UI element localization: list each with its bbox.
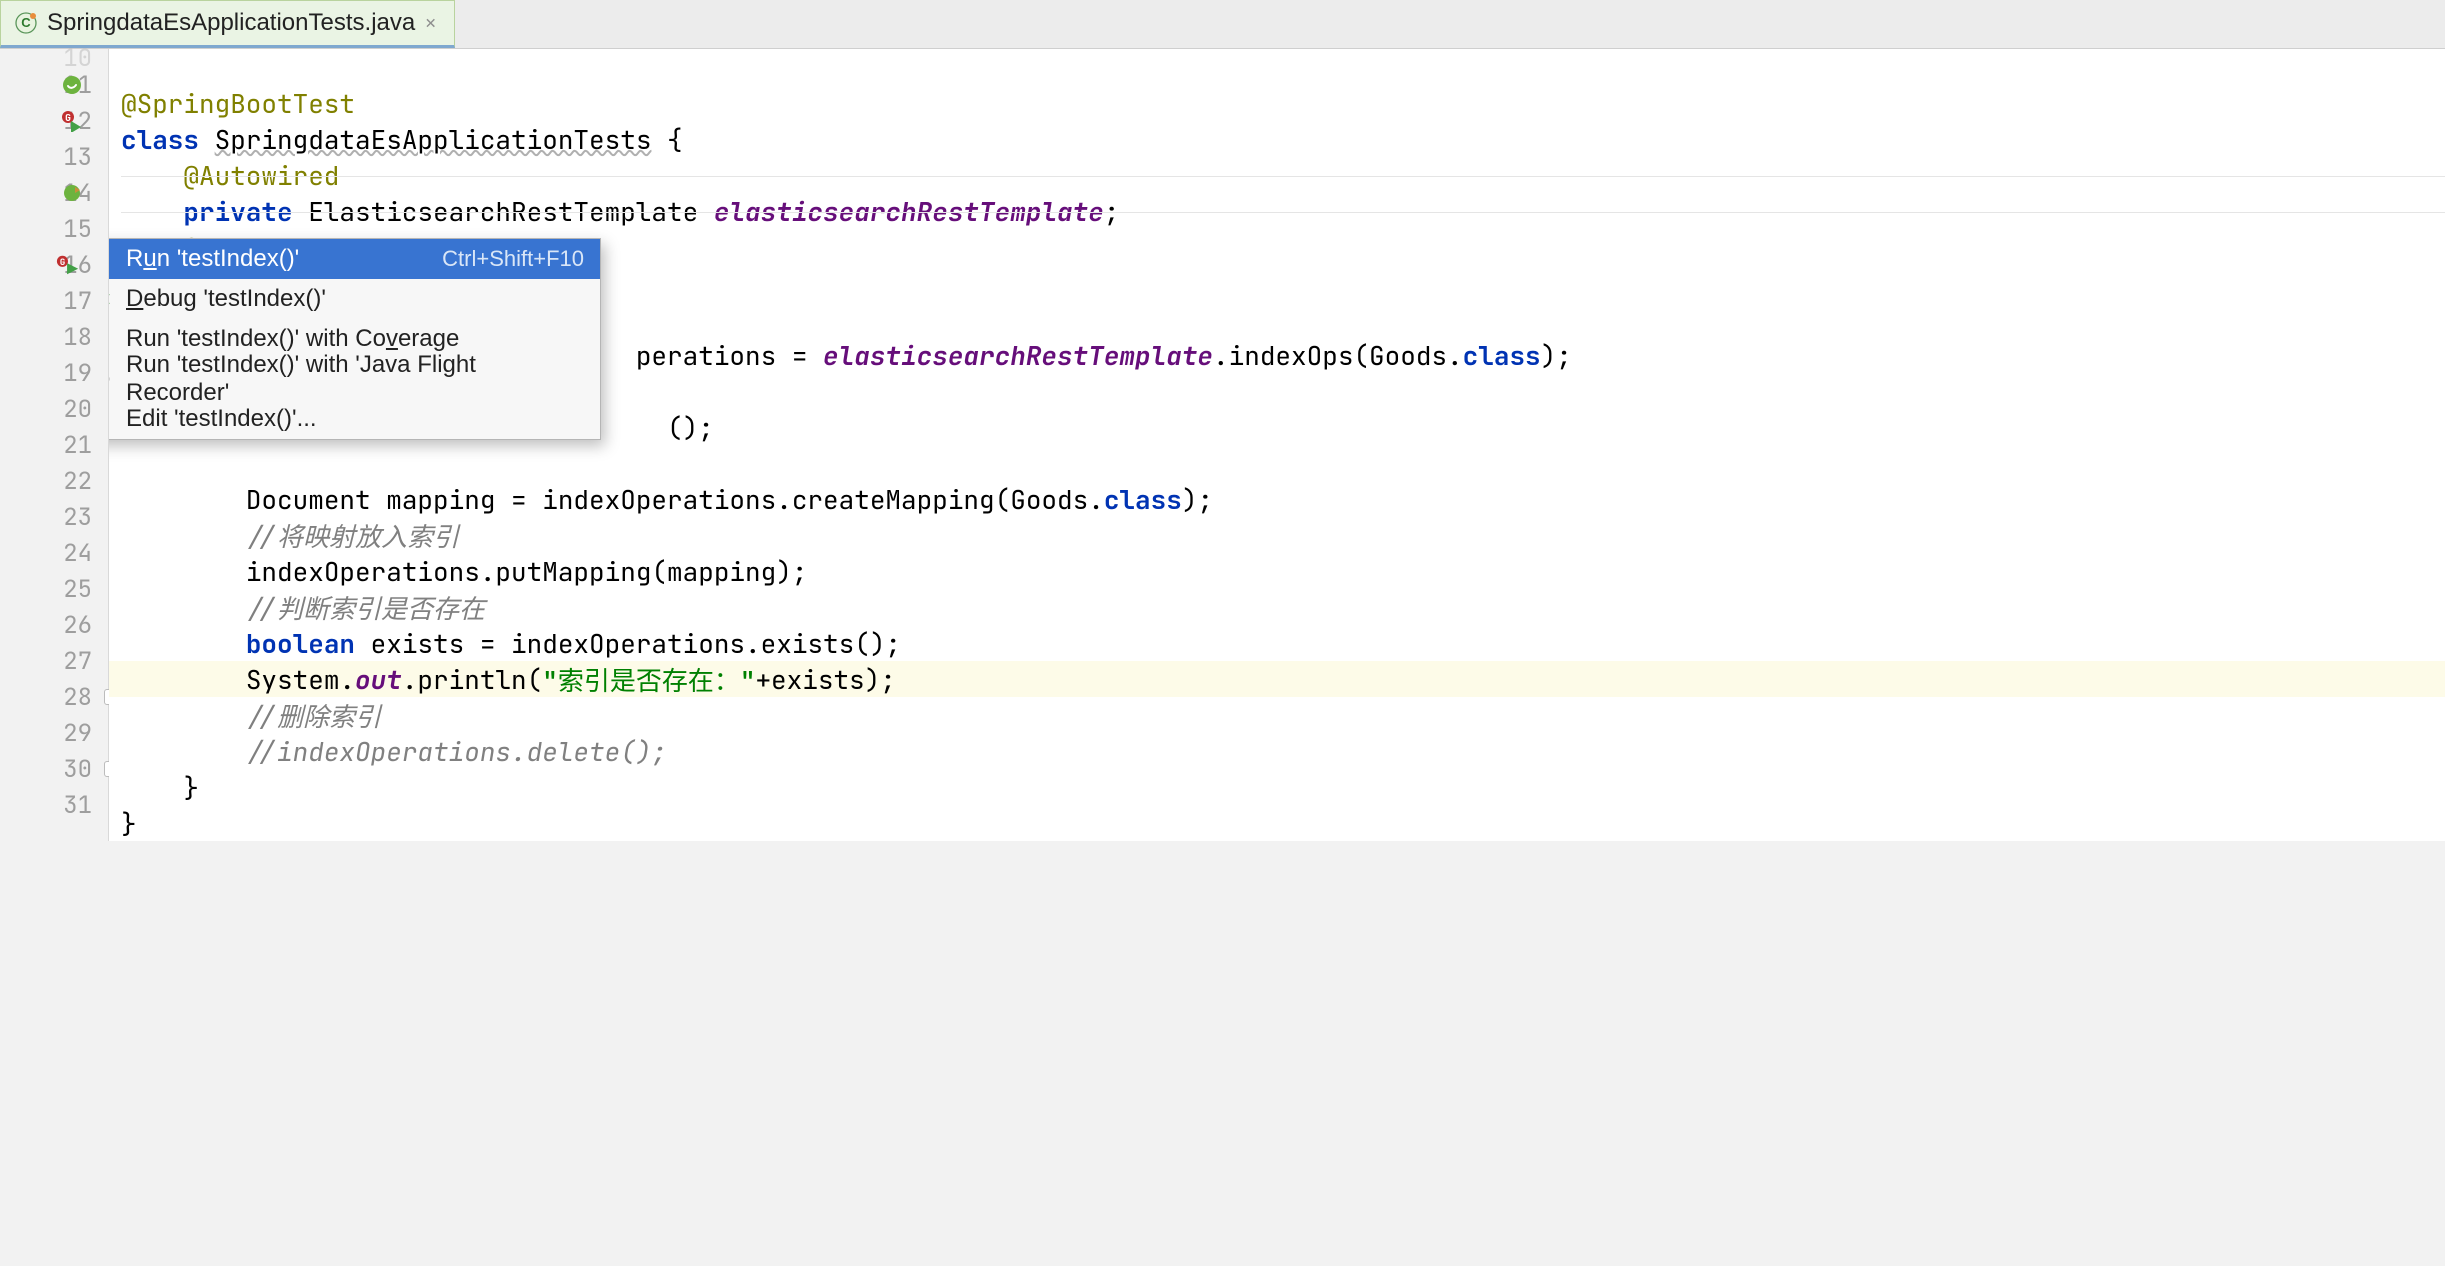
code-line[interactable]: //indexOperations.delete();: [109, 733, 2445, 769]
code-line[interactable]: //将映射放入索引: [109, 517, 2445, 553]
svg-text:G: G: [65, 111, 71, 124]
gutter-line[interactable]: 14: [0, 175, 108, 211]
line-number: 23: [56, 502, 92, 533]
line-number: 20: [56, 394, 92, 425]
line-number: 26: [56, 610, 92, 641]
line-number: 17: [56, 286, 92, 317]
line-number: 18: [56, 322, 92, 353]
menu-shortcut: Ctrl+Shift+F10: [442, 246, 584, 272]
gutter-line[interactable]: 11: [0, 67, 108, 103]
line-number: 19: [56, 358, 92, 389]
line-number: 29: [56, 718, 92, 749]
editor-stage: 10 11 G 12 13 14 15 G 16 17 18 19 20 21 …: [0, 49, 2445, 841]
code-line[interactable]: //判断索引是否存在: [109, 589, 2445, 625]
line-number: 30: [56, 754, 92, 785]
svg-text:C: C: [21, 15, 31, 30]
edit-run-config-icon: [109, 408, 112, 430]
gutter-line[interactable]: G 16: [0, 247, 108, 283]
gutter-line[interactable]: G 12: [0, 103, 108, 139]
autowired-bean-icon: [60, 181, 84, 205]
line-number: 27: [56, 646, 92, 677]
line-number: 21: [56, 430, 92, 461]
flight-recorder-icon: [109, 368, 112, 390]
context-menu: Run 'testIndex()' Ctrl+Shift+F10 Debug '…: [109, 238, 601, 440]
code-line[interactable]: @Autowired: [109, 157, 2445, 193]
menu-label: Run 'testIndex()' with 'Java Flight Reco…: [126, 351, 584, 407]
editor-tab-active[interactable]: C SpringdataEsApplicationTests.java ✕: [0, 0, 455, 48]
run-class-icon[interactable]: G: [60, 109, 84, 133]
svg-text:G: G: [60, 256, 66, 268]
code-line[interactable]: }: [109, 805, 2445, 841]
line-number: 24: [56, 538, 92, 569]
run-test-icon[interactable]: G: [56, 253, 80, 277]
line-number: 15: [56, 214, 92, 245]
code-line[interactable]: boolean exists = indexOperations.exists(…: [109, 625, 2445, 661]
code-line[interactable]: indexOperations.putMapping(mapping);: [109, 553, 2445, 589]
code-line[interactable]: class SpringdataEsApplicationTests {: [109, 121, 2445, 157]
tab-filename: SpringdataEsApplicationTests.java: [47, 9, 415, 37]
menu-label: Run 'testIndex()' with Coverage: [126, 325, 584, 353]
context-menu-item-run[interactable]: Run 'testIndex()' Ctrl+Shift+F10: [109, 239, 600, 279]
code-line[interactable]: private ElasticsearchRestTemplate elasti…: [109, 193, 2445, 229]
code-line[interactable]: Document mapping = indexOperations.creat…: [109, 481, 2445, 517]
menu-label: Edit 'testIndex()'...: [126, 405, 584, 433]
code-line[interactable]: }: [109, 769, 2445, 805]
editor-tab-bar: C SpringdataEsApplicationTests.java ✕: [0, 0, 2445, 49]
context-menu-item-debug[interactable]: Debug 'testIndex()': [109, 279, 600, 319]
debug-icon: [109, 288, 112, 310]
editor-gutter[interactable]: 10 11 G 12 13 14 15 G 16 17 18 19 20 21 …: [0, 49, 109, 841]
java-class-file-icon: C: [15, 12, 37, 34]
code-editor[interactable]: @SpringBootTest class SpringdataEsApplic…: [109, 49, 2445, 841]
line-number: 13: [56, 142, 92, 173]
line-number: 31: [56, 790, 92, 821]
line-number: 22: [56, 466, 92, 497]
menu-label: Run 'testIndex()': [126, 245, 428, 273]
line-number: 25: [56, 574, 92, 605]
close-tab-icon[interactable]: ✕: [425, 12, 436, 35]
spring-bean-icon: [60, 73, 84, 97]
code-line[interactable]: //删除索引: [109, 697, 2445, 733]
line-number: 28: [56, 682, 92, 713]
code-line-current[interactable]: System.out.println("索引是否存在："+exists);: [109, 661, 2445, 697]
code-line[interactable]: [109, 445, 2445, 481]
context-menu-item-flight-recorder[interactable]: Run 'testIndex()' with 'Java Flight Reco…: [109, 359, 600, 399]
code-line[interactable]: @SpringBootTest: [109, 85, 2445, 121]
menu-label: Debug 'testIndex()': [126, 285, 584, 313]
coverage-icon: [109, 328, 112, 350]
run-icon: [109, 248, 112, 270]
context-menu-item-edit-config[interactable]: Edit 'testIndex()'...: [109, 399, 600, 439]
code-line[interactable]: [109, 49, 2445, 85]
